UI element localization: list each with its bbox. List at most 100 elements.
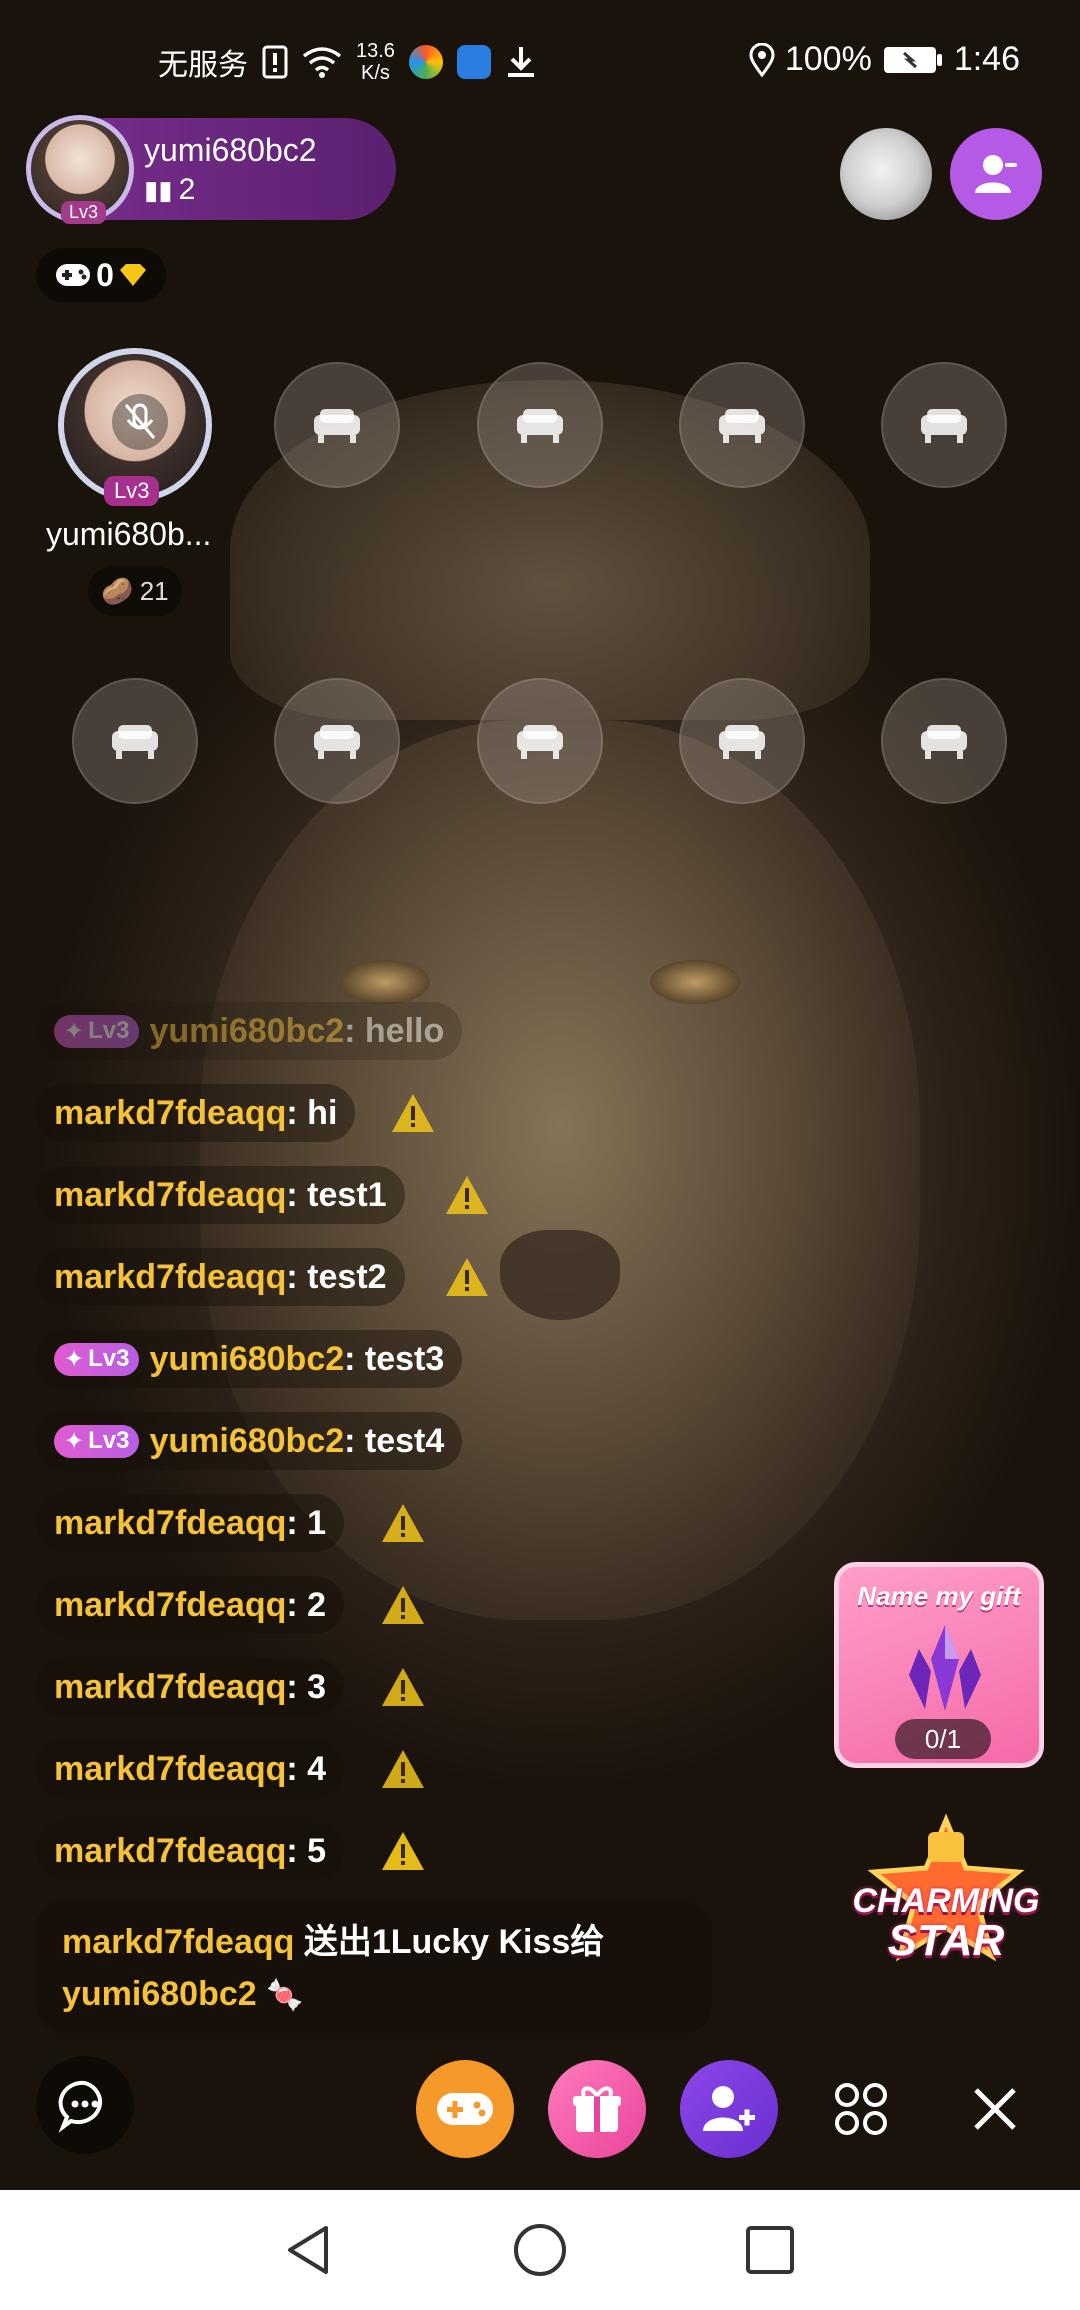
sofa-icon [314, 409, 360, 443]
gamepad-icon [56, 264, 91, 286]
empty-seat[interactable] [477, 362, 603, 488]
chat-bubble-icon [58, 2080, 103, 2133]
warning-icon[interactable] [380, 1502, 426, 1544]
chat-message[interactable]: markd7fdeaqq : 5 [36, 1822, 345, 1880]
chat-message[interactable]: markd7fdeaqq : 4 [36, 1740, 345, 1798]
sofa-icon [112, 725, 158, 759]
recents-icon[interactable] [740, 2220, 800, 2280]
lucky-kiss-gift-icon: 🍬 [266, 1979, 304, 2012]
seat-gift-count: 🥔 21 [88, 566, 182, 616]
warning-icon[interactable] [444, 1174, 490, 1216]
name-my-gift-progress: 0/1 [895, 1719, 991, 1759]
chat-level-badge: ✦ Lv3 [54, 1342, 140, 1376]
empty-seat[interactable] [72, 678, 198, 804]
sofa-icon [517, 725, 563, 759]
empty-seat[interactable] [274, 678, 400, 804]
chat-message[interactable]: markd7fdeaqq : 3 [36, 1658, 345, 1716]
chat-message[interactable]: markd7fdeaqq : 1 [36, 1494, 345, 1552]
games-button[interactable] [416, 2060, 514, 2158]
chat-level-badge: ✦ Lv3 [54, 1014, 140, 1048]
home-icon[interactable] [510, 2220, 570, 2280]
empty-seat[interactable] [274, 362, 400, 488]
gift-button[interactable] [548, 2060, 646, 2158]
gift-sender[interactable]: markd7fdeaqq [62, 1923, 294, 1961]
host-name: yumi680bc2 [144, 131, 317, 168]
close-room-button[interactable] [946, 2060, 1044, 2158]
chat-username[interactable]: markd7fdeaqq [54, 1176, 286, 1215]
gift-system-message: markd7fdeaqq 送出1Lucky Kiss给 yumi680bc2 🍬 [36, 1900, 712, 2034]
chat-username[interactable]: yumi680bc2 [149, 1012, 344, 1051]
seat-occupied-avatar[interactable]: Lv3 [58, 348, 212, 506]
seat-user-name: yumi680b... [46, 516, 212, 552]
chat-username[interactable]: markd7fdeaqq [54, 1094, 286, 1133]
invite-user-button[interactable] [680, 2060, 778, 2158]
chat-input-button[interactable] [36, 2056, 134, 2154]
empty-seat[interactable] [881, 362, 1007, 488]
gift-receiver[interactable]: yumi680bc2 [62, 1975, 257, 2013]
chat-message[interactable]: ✦ Lv3 yumi680bc2 : test3 [36, 1330, 463, 1388]
users-icon [975, 155, 1017, 193]
chat-text: : hello [344, 1011, 445, 1050]
more-menu-button[interactable] [812, 2060, 910, 2158]
warning-icon[interactable] [390, 1092, 436, 1134]
sofa-icon [314, 725, 360, 759]
room-cover-thumbnail[interactable] [840, 128, 932, 220]
seat-level-badge: Lv3 [104, 476, 160, 506]
browser-app-icon [408, 45, 443, 79]
chat-username[interactable]: markd7fdeaqq [54, 1586, 286, 1625]
warning-icon[interactable] [444, 1256, 490, 1298]
crystal-gift-icon [909, 1625, 981, 1711]
empty-seat[interactable] [679, 678, 805, 804]
chat-text: : 4 [286, 1749, 327, 1788]
chat-text: : test3 [344, 1339, 445, 1378]
status-bar: 无服务 13.6 K/s 100% 1:46 [0, 0, 1080, 124]
warning-icon[interactable] [380, 1748, 426, 1790]
charming-star-line2: STAR [887, 1916, 1005, 1965]
diamond-count: 0 [96, 256, 114, 293]
chat-username[interactable]: markd7fdeaqq [54, 1750, 286, 1789]
chat-text: : 3 [286, 1667, 327, 1706]
listener-count: ▮▮ 2 [144, 172, 196, 206]
close-icon [974, 2088, 1016, 2130]
host-avatar[interactable]: Lv3 [26, 115, 134, 224]
warning-icon[interactable] [380, 1830, 426, 1872]
chat-text: : test1 [286, 1175, 387, 1214]
gift-action: 送出1Lucky Kiss给 [303, 1923, 605, 1961]
sofa-icon [719, 725, 765, 759]
gift-box-icon [573, 2086, 621, 2132]
chat-message[interactable]: ✦ Lv3 yumi680bc2 : test4 [36, 1412, 463, 1470]
diamond-icon [119, 264, 146, 286]
warning-icon[interactable] [380, 1584, 426, 1626]
chat-username[interactable]: markd7fdeaqq [54, 1668, 286, 1707]
carrier-label: 无服务 [158, 49, 248, 82]
chat-username[interactable]: yumi680bc2 [149, 1340, 344, 1379]
charming-star-banner[interactable]: CHARMING STAR [846, 1812, 1046, 1982]
clock: 1:46 [953, 40, 1020, 78]
empty-seat[interactable] [477, 678, 603, 804]
chat-message[interactable]: markd7fdeaqq : 2 [36, 1576, 345, 1634]
warning-icon[interactable] [380, 1666, 426, 1708]
chat-message[interactable]: markd7fdeaqq : test1 [36, 1166, 405, 1224]
empty-seat[interactable] [881, 678, 1007, 804]
name-my-gift-banner[interactable]: Name my gift 0/1 [834, 1562, 1044, 1768]
chat-username[interactable]: markd7fdeaqq [54, 1504, 286, 1543]
chat-text: : 2 [286, 1585, 327, 1624]
back-icon[interactable] [278, 2220, 338, 2280]
chat-message[interactable]: ✦ Lv3 yumi680bc2 : hello [36, 1002, 463, 1060]
chat-message[interactable]: markd7fdeaqq : test2 [36, 1248, 405, 1306]
audience-list-button[interactable] [950, 128, 1042, 220]
chat-text: : 1 [286, 1503, 327, 1542]
chat-username[interactable]: markd7fdeaqq [54, 1258, 286, 1297]
chat-username[interactable]: yumi680bc2 [149, 1422, 344, 1461]
chat-username[interactable]: markd7fdeaqq [54, 1832, 286, 1871]
empty-seat[interactable] [679, 362, 805, 488]
battery-charging-icon [883, 46, 942, 73]
sim-error-icon [262, 45, 288, 79]
chat-message[interactable]: markd7fdeaqq : hi [36, 1084, 356, 1142]
host-profile-pill[interactable]: Lv3 yumi680bc2 ▮▮ 2 [26, 115, 396, 224]
grid-menu-icon [835, 2083, 887, 2135]
game-diamond-counter[interactable]: 0 [36, 248, 166, 302]
sofa-icon [921, 725, 967, 759]
sofa-icon [921, 409, 967, 443]
location-icon [749, 42, 775, 77]
